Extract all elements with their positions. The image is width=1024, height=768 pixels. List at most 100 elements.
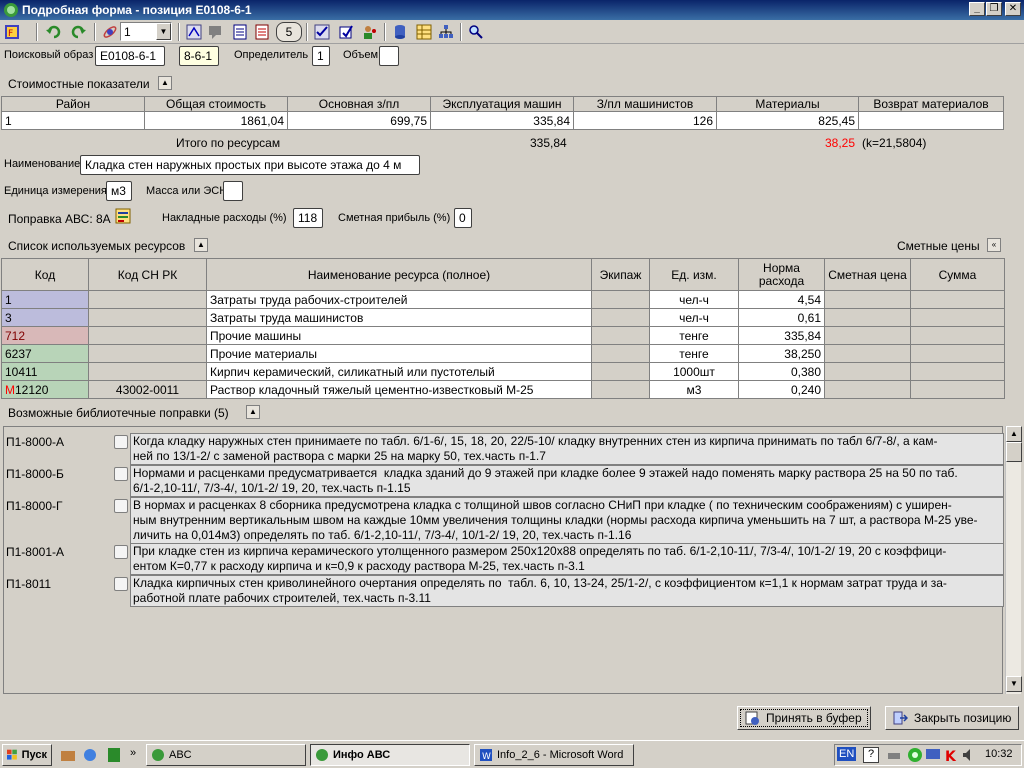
collapse-up-icon[interactable]: ▲	[158, 76, 172, 90]
magnify-icon[interactable]	[466, 22, 486, 42]
correction-icon[interactable]	[115, 208, 131, 224]
level-select[interactable]: 1 ▼	[120, 22, 172, 41]
minimize-button[interactable]: _	[969, 2, 985, 16]
library-item-checkbox[interactable]	[114, 435, 128, 449]
users-icon[interactable]	[360, 22, 380, 42]
profit-field[interactable]: 0	[454, 208, 472, 228]
volume-field[interactable]	[379, 46, 399, 66]
resource-cell-norm[interactable]: 38,250	[738, 344, 825, 363]
resource-row[interactable]: М12120 43002-0011 Раствор кладочный тяжелы…	[1, 380, 1005, 399]
layout-icon[interactable]	[184, 22, 204, 42]
resource-cell-norm[interactable]: 0,240	[738, 380, 825, 399]
grid-icon[interactable]	[436, 22, 456, 42]
start-button[interactable]: Пуск	[2, 744, 52, 766]
mass-field[interactable]	[223, 181, 243, 201]
monitor-icon[interactable]	[925, 747, 941, 763]
collapse-up-icon[interactable]: ▲	[194, 238, 208, 252]
antivirus-icon[interactable]: K	[943, 747, 959, 763]
resource-cell-unit[interactable]: 1000шт	[649, 362, 739, 381]
notepad-icon[interactable]	[106, 747, 122, 763]
overhead-field[interactable]: 118	[293, 208, 323, 228]
resource-cell-price[interactable]	[824, 380, 911, 399]
resource-cell-sum[interactable]	[910, 308, 1005, 327]
undo-icon[interactable]	[44, 22, 64, 42]
resource-cell-unit[interactable]: чел-ч	[649, 308, 739, 327]
library-item-checkbox[interactable]	[114, 577, 128, 591]
resource-cell-sum[interactable]	[910, 380, 1005, 399]
resource-cell-price[interactable]	[824, 326, 911, 345]
close-position-button[interactable]: Закрыть позицию	[885, 706, 1019, 730]
determinant-field[interactable]: 1	[312, 46, 330, 66]
resource-cell-crew[interactable]	[591, 308, 650, 327]
resource-cell-norm[interactable]: 335,84	[738, 326, 825, 345]
resource-cell-price[interactable]	[824, 290, 911, 309]
resource-row[interactable]: 1 Затраты труда рабочих-строителей чел-ч 4,…	[1, 290, 1005, 309]
search-field[interactable]: Е0108-6-1	[95, 46, 165, 66]
chat-icon[interactable]	[206, 22, 226, 42]
printer-icon[interactable]	[887, 747, 901, 763]
resource-cell-name[interactable]: Затраты труда машинистов	[206, 308, 592, 327]
database-icon[interactable]	[390, 22, 410, 42]
resource-cell-code[interactable]: М12120	[1, 380, 89, 399]
library-item-checkbox[interactable]	[114, 467, 128, 481]
cost-cell[interactable]: 1861,04	[144, 111, 288, 130]
volume-icon[interactable]	[961, 747, 977, 763]
vertical-scrollbar[interactable]: ▲ ▼	[1005, 426, 1022, 694]
unit-field[interactable]: м3	[106, 181, 132, 201]
resource-cell-norm[interactable]: 0,380	[738, 362, 825, 381]
cost-cell[interactable]: 699,75	[287, 111, 431, 130]
library-item-checkbox[interactable]	[114, 545, 128, 559]
taskbar-item-info-abc[interactable]: Инфо АВС	[310, 744, 470, 766]
resource-cell-unit[interactable]: м3	[649, 380, 739, 399]
resource-cell-name[interactable]: Кирпич керамический, силикатный или пуст…	[206, 362, 592, 381]
close-button[interactable]: ✕	[1005, 2, 1021, 16]
resource-cell-sn[interactable]	[88, 326, 207, 345]
resource-cell-price[interactable]	[824, 308, 911, 327]
quicklaunch-icon[interactable]	[60, 747, 76, 763]
resource-cell-crew[interactable]	[591, 380, 650, 399]
resource-cell-sum[interactable]	[910, 344, 1005, 363]
resource-cell-price[interactable]	[824, 362, 911, 381]
resource-cell-sn[interactable]	[88, 290, 207, 309]
name-field[interactable]: Кладка стен наружных простых при высоте …	[80, 155, 420, 175]
library-item-checkbox[interactable]	[114, 499, 128, 513]
table-icon[interactable]	[414, 22, 434, 42]
redo-icon[interactable]	[68, 22, 88, 42]
scroll-down-icon[interactable]: ▼	[1006, 676, 1022, 692]
cost-cell[interactable]: 825,45	[716, 111, 859, 130]
resource-row[interactable]: 712 Прочие машины тенге 335,84	[1, 326, 1005, 345]
form-icon[interactable]: F	[2, 22, 22, 42]
resource-cell-sn[interactable]	[88, 362, 207, 381]
resource-cell-norm[interactable]: 4,54	[738, 290, 825, 309]
resource-row[interactable]: 6237 Прочие материалы тенге 38,250	[1, 344, 1005, 363]
cost-cell[interactable]: 335,84	[430, 111, 574, 130]
taskbar-item-abc[interactable]: ABC	[146, 744, 306, 766]
resource-cell-sum[interactable]	[910, 326, 1005, 345]
resource-cell-unit[interactable]: чел-ч	[649, 290, 739, 309]
resource-cell-price[interactable]	[824, 344, 911, 363]
circle-5-icon[interactable]: 5	[276, 22, 302, 42]
code-field[interactable]: 8-6-1	[179, 46, 219, 66]
satellite-icon[interactable]	[100, 22, 120, 42]
resource-cell-code[interactable]: 1	[1, 290, 89, 309]
resource-cell-code[interactable]: 6237	[1, 344, 89, 363]
resource-cell-norm[interactable]: 0,61	[738, 308, 825, 327]
resource-cell-sn[interactable]: 43002-0011	[88, 380, 207, 399]
taskbar-item-word[interactable]: W Info_2_6 - Microsoft Word	[474, 744, 634, 766]
resource-cell-code[interactable]: 712	[1, 326, 89, 345]
resource-cell-code[interactable]: 3	[1, 308, 89, 327]
resource-cell-name[interactable]: Прочие машины	[206, 326, 592, 345]
resource-cell-sum[interactable]	[910, 362, 1005, 381]
ie-icon[interactable]	[82, 747, 98, 763]
accept-button[interactable]: Принять в буфер	[737, 706, 871, 730]
resource-cell-name[interactable]: Раствор кладочный тяжелый цементно-извес…	[206, 380, 592, 399]
scroll-thumb[interactable]	[1006, 442, 1022, 462]
stamp-icon[interactable]	[336, 22, 356, 42]
checklist-icon[interactable]	[312, 22, 332, 42]
resource-row[interactable]: 3 Затраты труда машинистов чел-ч 0,61	[1, 308, 1005, 327]
resource-cell-name[interactable]: Прочие материалы	[206, 344, 592, 363]
help-icon[interactable]: ?	[863, 747, 879, 763]
resource-cell-unit[interactable]: тенге	[649, 344, 739, 363]
network-icon[interactable]	[907, 747, 923, 763]
resource-cell-sum[interactable]	[910, 290, 1005, 309]
